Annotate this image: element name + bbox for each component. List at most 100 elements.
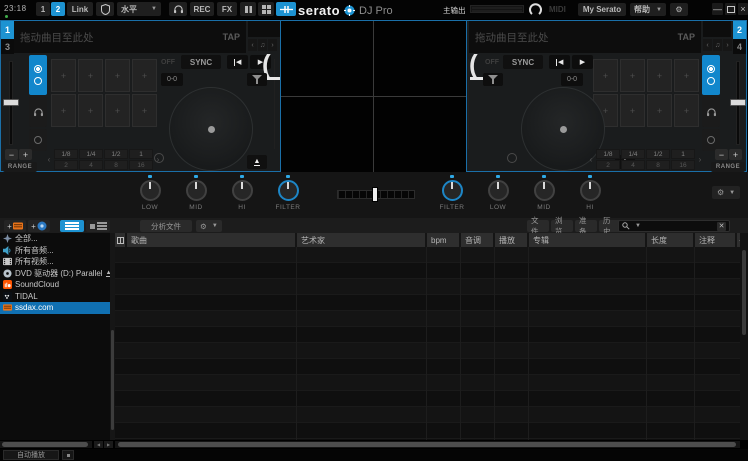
sync-off-button[interactable]: OFF (159, 55, 177, 69)
deck2-number-inactive[interactable]: 4 (733, 39, 746, 54)
loop-size-button[interactable]: 8 (646, 160, 670, 170)
performance-pad[interactable]: + (105, 59, 130, 92)
browse-panel-button[interactable]: 浏览 (551, 220, 573, 232)
panels-button[interactable] (240, 2, 256, 16)
tempo-slider-handle[interactable] (267, 77, 280, 80)
sidebar-item-dvd-d-parallel[interactable]: DVD 驱动器 (D:) Parallel▲ (0, 268, 110, 280)
sidebar-hscrollbar-thumb[interactable] (2, 442, 88, 447)
deck1-track-title-area[interactable]: 拖动曲目至此处 TAP (14, 21, 246, 53)
tempo-slider-handle[interactable] (470, 77, 483, 80)
sidebar-item--[interactable]: 所有音频... (0, 245, 110, 257)
performance-pad[interactable]: + (620, 59, 645, 92)
performance-pad[interactable]: + (132, 94, 157, 127)
performance-pad[interactable]: + (674, 94, 699, 127)
crossfader-handle[interactable] (372, 187, 378, 202)
deck1-eject-button[interactable]: ▲ (247, 155, 267, 169)
files-panel-button[interactable]: 文件 (527, 220, 549, 232)
knob-dial[interactable] (442, 180, 463, 201)
tempo-slider-track[interactable] (274, 59, 275, 149)
loop-size-button[interactable]: 4 (79, 160, 103, 170)
loop-monitor-icon[interactable] (529, 3, 542, 16)
sync-off-button[interactable]: OFF (483, 55, 501, 69)
sidebar-item-tidal[interactable]: TIDAL (0, 291, 110, 303)
eq-knob-filter[interactable]: FILTER (429, 175, 475, 211)
loop-smaller-button[interactable]: ‹ (45, 149, 53, 170)
deck2-hotcue-mode-button[interactable] (702, 55, 720, 95)
loop-size-button[interactable]: 4 (621, 160, 645, 170)
deck1-number-inactive[interactable]: 3 (1, 39, 14, 54)
column-header-comment[interactable]: 注释 (695, 233, 737, 247)
performance-pad[interactable]: + (51, 94, 76, 127)
loop-smaller-button[interactable]: ‹ (587, 149, 595, 170)
mixer-settings-dropdown[interactable]: ⚙▼ (712, 186, 740, 199)
sync-button[interactable]: SYNC (181, 55, 221, 69)
tracklist-hscrollbar-thumb[interactable] (118, 442, 736, 447)
range-minus-button[interactable]: − (5, 149, 18, 160)
column-header-bpm[interactable]: bpm (427, 233, 461, 247)
eq-knob-hi[interactable]: HI (567, 175, 613, 211)
midi-button[interactable]: MIDI (549, 5, 566, 14)
scroll-right-button[interactable]: ▶ (104, 441, 113, 448)
loop-size-button[interactable]: 1/2 (646, 149, 670, 159)
filter-funnel-button[interactable] (483, 73, 503, 86)
performance-pad[interactable]: + (593, 59, 618, 92)
loop-size-button[interactable]: 2 (54, 160, 78, 170)
tap-button[interactable]: TAP (223, 32, 240, 42)
censor-icon[interactable] (507, 153, 517, 163)
performance-pad[interactable]: + (105, 94, 130, 127)
performance-pad[interactable]: + (51, 59, 76, 92)
deck2-monitor-button[interactable] (702, 97, 720, 127)
loop-larger-button[interactable]: › (154, 149, 162, 170)
play-button[interactable]: ▶ (572, 55, 593, 69)
help-dropdown[interactable]: 帮助▼ (630, 3, 666, 16)
status-tab[interactable]: 自动播放 (3, 450, 59, 460)
column-header-artist[interactable]: 艺术家 (297, 233, 427, 247)
deck1-number-active[interactable]: 1 (1, 21, 14, 39)
deck2-slip-mode-button[interactable] (702, 129, 720, 151)
eq-knob-mid[interactable]: MID (521, 175, 567, 211)
performance-pad[interactable]: + (674, 59, 699, 92)
album-art-view-button[interactable] (86, 220, 110, 232)
eq-knob-low[interactable]: LOW (127, 175, 173, 211)
loop-size-button[interactable]: 1/8 (596, 149, 620, 159)
loop-size-button[interactable]: 1 (671, 149, 695, 159)
tracklist-scrollbar-thumb[interactable] (742, 250, 746, 335)
loop-size-button[interactable]: 16 (129, 160, 153, 170)
column-header-length[interactable]: 长度 (647, 233, 695, 247)
knob-dial[interactable] (232, 180, 253, 201)
deck1-slip-mode-button[interactable] (29, 129, 47, 151)
deck2-number-active[interactable]: 2 (733, 21, 746, 39)
knob-dial[interactable] (580, 180, 601, 201)
performance-pad[interactable]: + (78, 59, 103, 92)
knob-dial[interactable] (278, 180, 299, 201)
practice-shield-button[interactable] (96, 2, 114, 16)
deck2-volume-fader-handle[interactable] (730, 99, 746, 106)
column-header-song[interactable]: 歌曲 (127, 233, 297, 247)
search-input[interactable]: ▼ ✕ (618, 220, 730, 232)
sidebar-item-ssdax-com[interactable]: ssdax.com (0, 302, 110, 314)
add-crate-button[interactable]: + (4, 220, 26, 232)
eq-knob-mid[interactable]: MID (173, 175, 219, 211)
knob-dial[interactable] (140, 180, 161, 201)
sidebar-scrollbar-thumb[interactable] (111, 330, 114, 430)
loop-size-button[interactable]: 1 (129, 149, 153, 159)
extended-mode-button[interactable] (276, 2, 296, 16)
cue-headphone-button[interactable] (169, 2, 187, 16)
settings-button[interactable]: ⚙ (670, 3, 688, 16)
minimize-button[interactable]: — (712, 3, 723, 15)
add-smart-crate-button[interactable]: + (28, 220, 50, 232)
column-header-album[interactable]: 专辑 (529, 233, 647, 247)
knob-dial[interactable] (534, 180, 555, 201)
rec-button[interactable]: REC (190, 2, 214, 16)
autoloop-button[interactable]: 0-0 (161, 73, 183, 86)
tempo-slider-track[interactable] (468, 59, 469, 149)
range-plus-button[interactable]: + (19, 149, 32, 160)
sampler-button[interactable] (258, 2, 274, 16)
deck-count-2-button[interactable]: 2 (51, 2, 65, 16)
loop-size-button[interactable]: 1/2 (104, 149, 128, 159)
close-button[interactable]: × (738, 3, 748, 15)
analyze-settings-dropdown[interactable]: ⚙▼ (196, 220, 222, 232)
scroll-left-button[interactable]: ◀ (94, 441, 103, 448)
loop-larger-button[interactable]: › (696, 149, 704, 170)
performance-pad[interactable]: + (132, 59, 157, 92)
